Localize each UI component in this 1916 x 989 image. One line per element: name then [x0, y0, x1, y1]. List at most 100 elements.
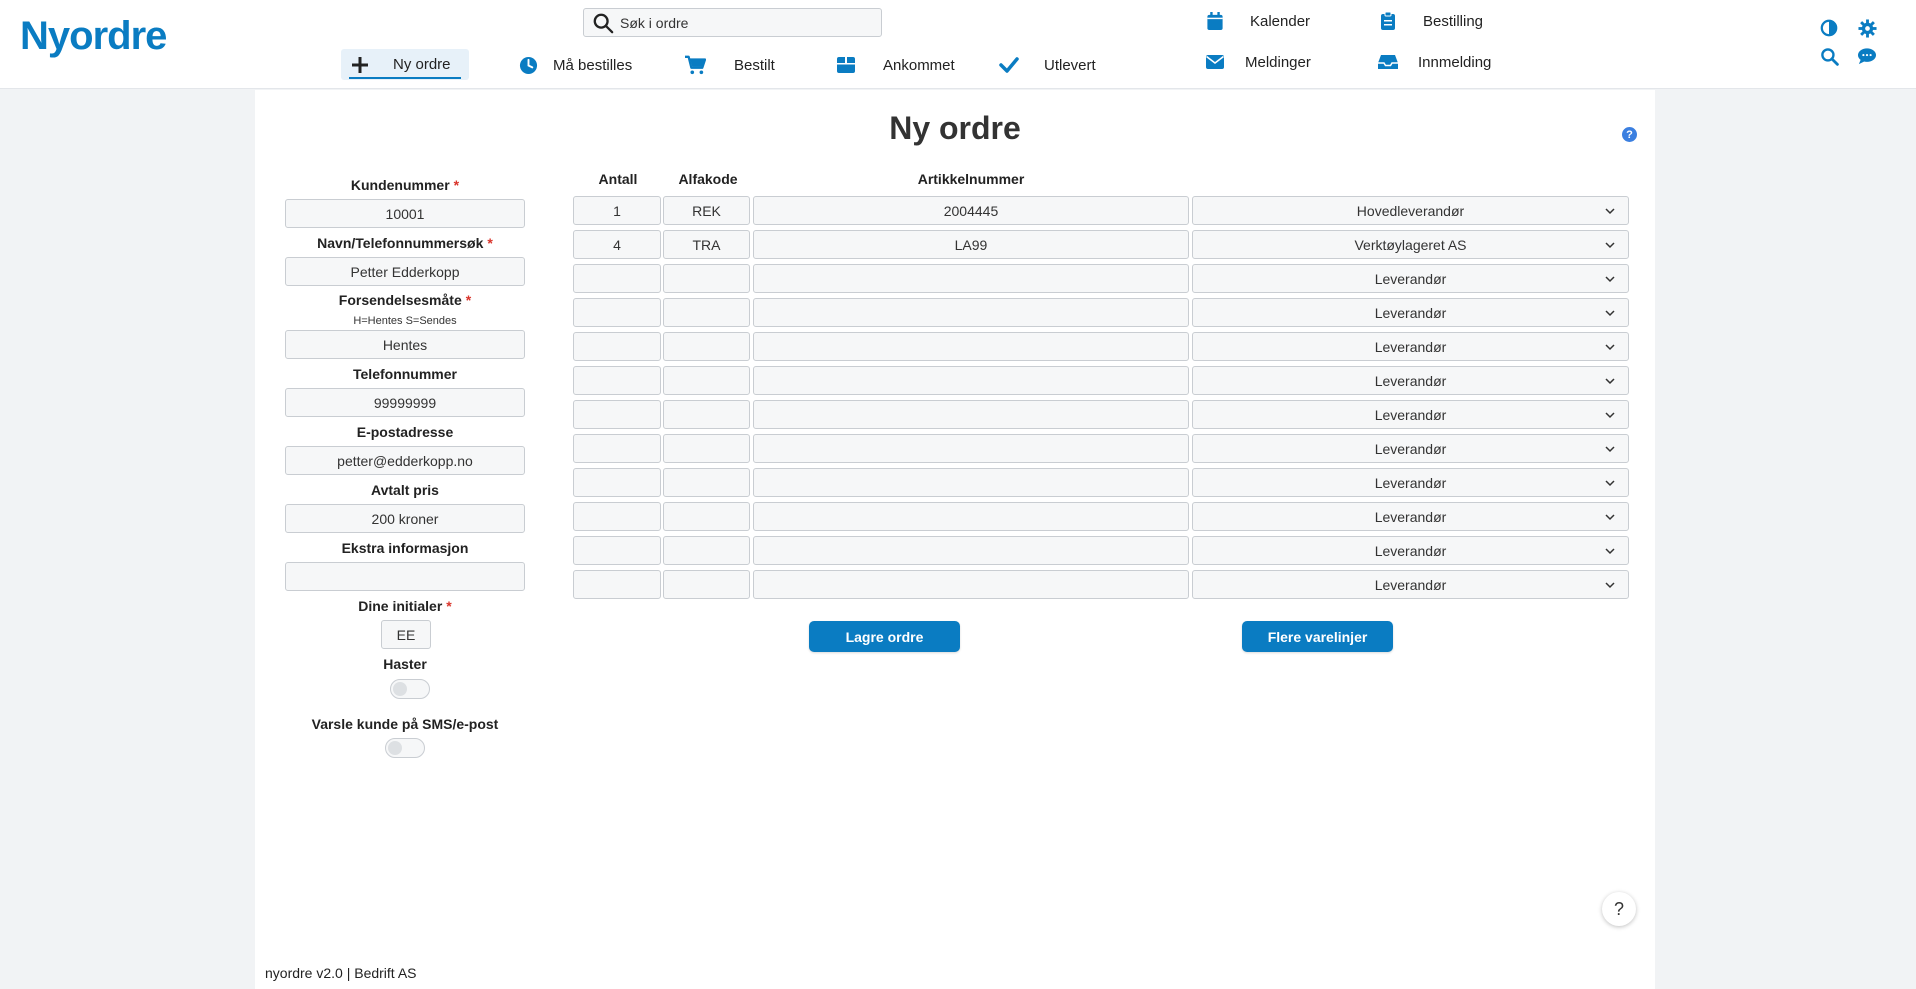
- alpha-code-input[interactable]: [663, 570, 750, 599]
- qty-input[interactable]: [573, 468, 661, 497]
- qty-input[interactable]: [573, 366, 661, 395]
- nav-order[interactable]: Bestilling: [1377, 10, 1483, 32]
- alpha-code-input[interactable]: [663, 230, 750, 259]
- supplier-select[interactable]: Leverandør: [1192, 264, 1629, 293]
- qty-input[interactable]: [573, 298, 661, 327]
- notify-toggle[interactable]: [385, 738, 425, 758]
- alpha-code-input[interactable]: [663, 264, 750, 293]
- email-input[interactable]: [285, 446, 525, 475]
- qty-input[interactable]: [573, 434, 661, 463]
- more-lines-button[interactable]: Flere varelinjer: [1242, 621, 1393, 652]
- nav-must-order[interactable]: Må bestilles: [517, 54, 632, 76]
- box-icon: [835, 54, 857, 76]
- qty-input[interactable]: [573, 230, 661, 259]
- supplier-select[interactable]: Leverandør: [1192, 468, 1629, 497]
- supplier-select[interactable]: Leverandør: [1192, 332, 1629, 361]
- alpha-code-input[interactable]: [663, 366, 750, 395]
- article-number-input[interactable]: [753, 264, 1189, 293]
- chevron-down-icon: [1605, 446, 1615, 453]
- cart-icon: [684, 54, 706, 76]
- article-number-input[interactable]: [753, 502, 1189, 531]
- help-button[interactable]: ?: [1602, 892, 1636, 926]
- alpha-code-input[interactable]: [663, 502, 750, 531]
- nav-calendar[interactable]: Kalender: [1204, 10, 1310, 32]
- qty-input[interactable]: [573, 502, 661, 531]
- sms-icon[interactable]: [1856, 45, 1878, 67]
- customer-number-label: Kundenummer *: [350, 177, 460, 193]
- article-number-input[interactable]: [753, 400, 1189, 429]
- alpha-code-input[interactable]: [663, 298, 750, 327]
- article-number-input[interactable]: [753, 298, 1189, 327]
- qty-input[interactable]: [573, 400, 661, 429]
- envelope-icon: [1204, 51, 1226, 73]
- search-input[interactable]: [620, 14, 870, 31]
- chevron-down-icon: [1605, 310, 1615, 317]
- search-box[interactable]: [583, 8, 882, 37]
- nav-new-order[interactable]: Ny ordre: [341, 49, 469, 80]
- supplier-select[interactable]: Leverandør: [1192, 366, 1629, 395]
- nav-arrived[interactable]: Ankommet: [835, 54, 955, 76]
- customer-number-input[interactable]: [285, 199, 525, 228]
- extra-info-input[interactable]: [285, 562, 525, 591]
- qty-input[interactable]: [573, 332, 661, 361]
- nav-messages[interactable]: Meldinger: [1204, 51, 1311, 73]
- article-number-input[interactable]: [753, 332, 1189, 361]
- search-icon[interactable]: [1818, 45, 1840, 67]
- supplier-select-value: Leverandør: [1374, 304, 1447, 321]
- help-icon[interactable]: ?: [1622, 127, 1637, 142]
- shipping-input[interactable]: [285, 330, 525, 359]
- chevron-down-icon: [1605, 378, 1615, 385]
- qty-input[interactable]: [573, 264, 661, 293]
- save-order-button[interactable]: Lagre ordre: [809, 621, 960, 652]
- col-header-qty: Antall: [598, 171, 638, 187]
- check-icon: [998, 54, 1020, 76]
- gear-icon[interactable]: [1856, 17, 1878, 39]
- supplier-select[interactable]: Leverandør: [1192, 570, 1629, 599]
- price-input[interactable]: [285, 504, 525, 533]
- article-number-input[interactable]: [753, 536, 1189, 565]
- calendar-icon: [1204, 10, 1226, 32]
- contrast-icon[interactable]: [1818, 17, 1840, 39]
- chevron-down-icon: [1605, 344, 1615, 351]
- name-search-input[interactable]: [285, 257, 525, 286]
- inbox-icon: [1377, 51, 1399, 73]
- notify-label: Varsle kunde på SMS/e-post: [311, 716, 499, 732]
- article-number-input[interactable]: [753, 434, 1189, 463]
- urgent-toggle[interactable]: [390, 679, 430, 699]
- article-number-input[interactable]: [753, 570, 1189, 599]
- logo[interactable]: Nyordre: [20, 14, 167, 59]
- article-number-input[interactable]: [753, 468, 1189, 497]
- chevron-down-icon: [1605, 548, 1615, 555]
- supplier-select[interactable]: Leverandør: [1192, 298, 1629, 327]
- supplier-select-value: Hovedleverandør: [1356, 202, 1465, 219]
- phone-input[interactable]: [285, 388, 525, 417]
- supplier-select-value: Leverandør: [1374, 338, 1447, 355]
- qty-input[interactable]: [573, 570, 661, 599]
- alpha-code-input[interactable]: [663, 536, 750, 565]
- supplier-select[interactable]: Leverandør: [1192, 536, 1629, 565]
- alpha-code-input[interactable]: [663, 400, 750, 429]
- order-panel: Ny ordre ? Kundenummer* Navn/Telefonnumm…: [255, 90, 1655, 989]
- nav-intake[interactable]: Innmelding: [1377, 51, 1491, 73]
- supplier-select[interactable]: Leverandør: [1192, 502, 1629, 531]
- alpha-code-input[interactable]: [663, 332, 750, 361]
- chevron-down-icon: [1605, 412, 1615, 419]
- supplier-select-value: Verktøylageret AS: [1354, 236, 1467, 253]
- col-header-alpha: Alfakode: [678, 171, 738, 187]
- nav-ordered[interactable]: Bestilt: [684, 54, 775, 76]
- article-number-input[interactable]: [753, 230, 1189, 259]
- alpha-code-input[interactable]: [663, 434, 750, 463]
- nav-delivered[interactable]: Utlevert: [998, 54, 1096, 76]
- supplier-select-value: Leverandør: [1374, 508, 1447, 525]
- supplier-select[interactable]: Leverandør: [1192, 434, 1629, 463]
- supplier-select[interactable]: Verktøylageret AS: [1192, 230, 1629, 259]
- initials-input[interactable]: [381, 620, 431, 649]
- qty-input[interactable]: [573, 196, 661, 225]
- article-number-input[interactable]: [753, 196, 1189, 225]
- alpha-code-input[interactable]: [663, 468, 750, 497]
- supplier-select[interactable]: Leverandør: [1192, 400, 1629, 429]
- qty-input[interactable]: [573, 536, 661, 565]
- alpha-code-input[interactable]: [663, 196, 750, 225]
- supplier-select[interactable]: Hovedleverandør: [1192, 196, 1629, 225]
- article-number-input[interactable]: [753, 366, 1189, 395]
